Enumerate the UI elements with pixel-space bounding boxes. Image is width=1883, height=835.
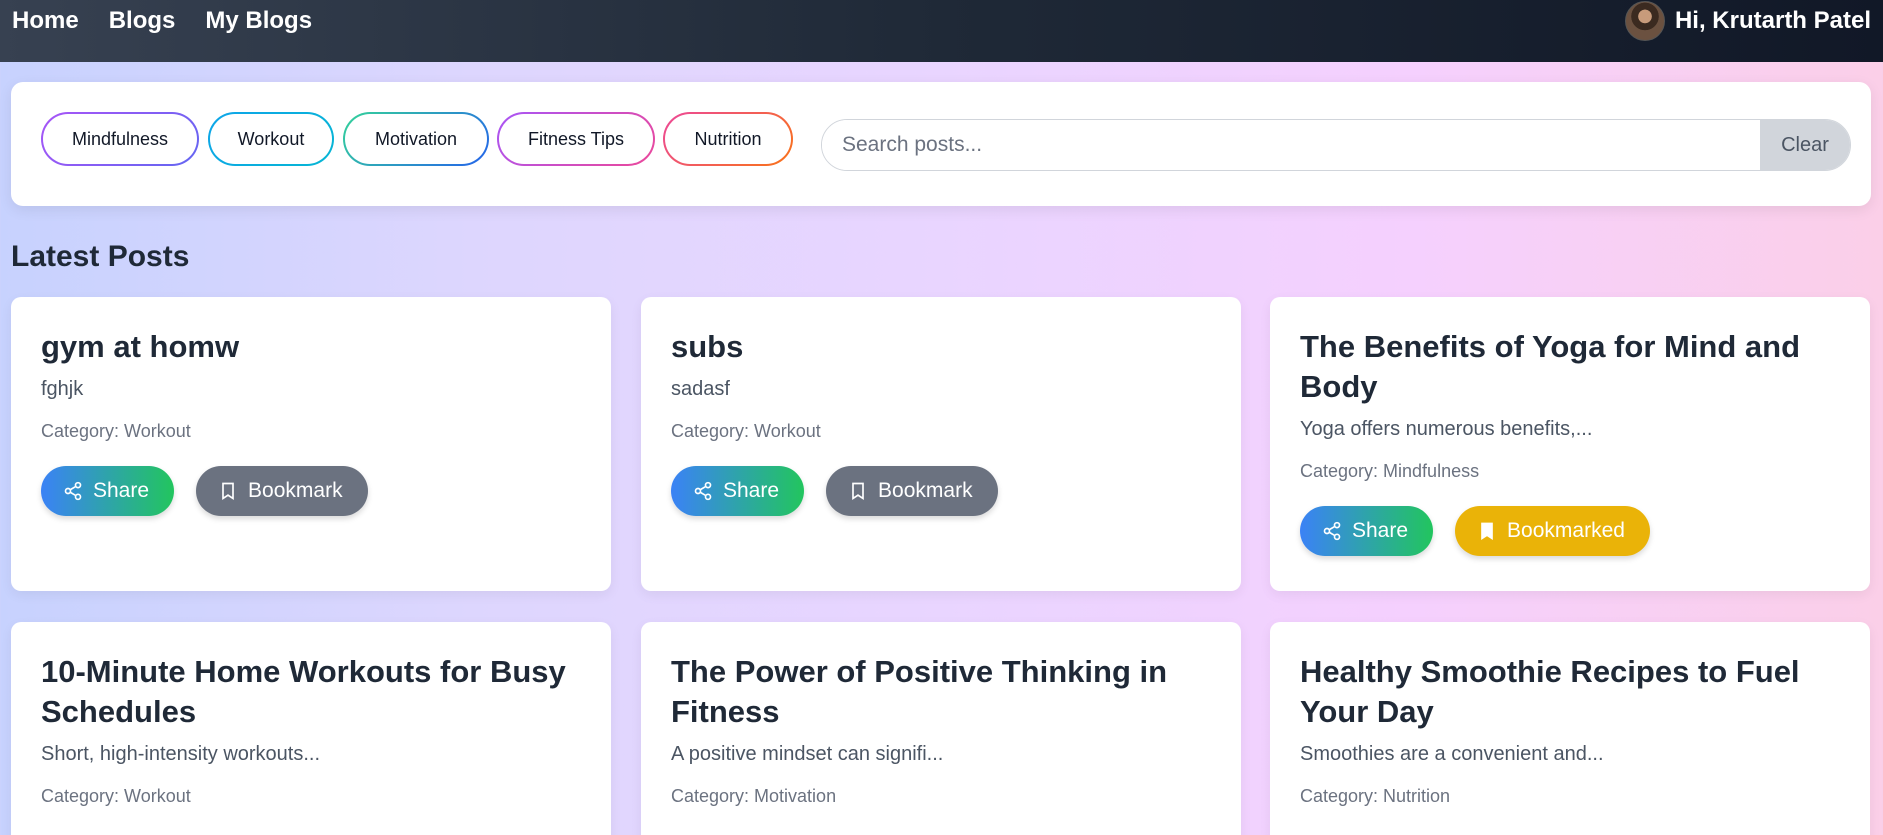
post-title[interactable]: The Power of Positive Thinking in Fitnes… bbox=[671, 652, 1211, 732]
search-bar: Clear bbox=[821, 119, 1851, 171]
share-button[interactable]: Share bbox=[671, 466, 805, 516]
share-icon bbox=[64, 481, 82, 501]
share-label: Share bbox=[1352, 519, 1409, 542]
post-actions: Share Bookmark bbox=[671, 466, 1211, 516]
post-excerpt: Smoothies are a convenient and... bbox=[1300, 743, 1604, 765]
post-card: gym at homw fghjk Category: Workout Shar… bbox=[11, 297, 611, 591]
post-card: Healthy Smoothie Recipes to Fuel Your Da… bbox=[1270, 622, 1870, 835]
category-chip-mindfulness[interactable]: Mindfulness bbox=[41, 112, 199, 166]
category-chip-nutrition[interactable]: Nutrition bbox=[663, 112, 793, 166]
bookmark-button[interactable]: Bookmark bbox=[826, 466, 998, 516]
chip-label: Nutrition bbox=[665, 114, 791, 164]
main-nav: Home Blogs My Blogs bbox=[12, 7, 312, 35]
post-category: Category: Mindfulness bbox=[1300, 461, 1480, 481]
category-chip-workout[interactable]: Workout bbox=[208, 112, 334, 166]
post-excerpt: fghjk bbox=[41, 378, 84, 400]
category-chip-motivation[interactable]: Motivation bbox=[343, 112, 489, 166]
post-category: Category: Workout bbox=[671, 421, 821, 441]
bookmark-icon bbox=[222, 482, 234, 501]
search-input[interactable] bbox=[822, 120, 1760, 170]
post-excerpt: Short, high-intensity workouts... bbox=[41, 743, 321, 765]
chip-label: Mindfulness bbox=[43, 114, 197, 164]
post-excerpt: A positive mindset can signifi... bbox=[671, 743, 944, 765]
bookmarked-button[interactable]: Bookmarked bbox=[1455, 506, 1650, 556]
post-excerpt: Yoga offers numerous benefits,... bbox=[1300, 418, 1593, 440]
top-navbar: Home Blogs My Blogs Hi, Krutarth Patel bbox=[0, 0, 1883, 62]
share-label: Share bbox=[723, 479, 780, 502]
clear-button[interactable]: Clear bbox=[1760, 120, 1850, 170]
chip-label: Fitness Tips bbox=[499, 114, 653, 164]
filter-panel: Mindfulness Workout Motivation Fitness T… bbox=[11, 82, 1871, 206]
user-menu[interactable]: Hi, Krutarth Patel bbox=[1624, 1, 1871, 41]
bookmark-label: Bookmark bbox=[248, 479, 343, 502]
post-title[interactable]: subs bbox=[671, 327, 1211, 367]
post-actions: Share Bookmark bbox=[41, 466, 581, 516]
user-greeting: Hi, Krutarth Patel bbox=[1674, 7, 1871, 34]
post-title[interactable]: Healthy Smoothie Recipes to Fuel Your Da… bbox=[1300, 652, 1840, 732]
post-actions: Share Bookmarked bbox=[1300, 506, 1840, 556]
category-chip-fitness-tips[interactable]: Fitness Tips bbox=[497, 112, 655, 166]
bookmark-label: Bookmark bbox=[878, 479, 973, 502]
nav-link-home[interactable]: Home bbox=[12, 7, 79, 35]
post-category: Category: Motivation bbox=[671, 786, 837, 806]
post-card: The Benefits of Yoga for Mind and Body Y… bbox=[1270, 297, 1870, 591]
share-icon bbox=[694, 481, 712, 501]
post-category: Category: Nutrition bbox=[1300, 786, 1451, 806]
chip-label: Workout bbox=[210, 114, 332, 164]
post-card: 10-Minute Home Workouts for Busy Schedul… bbox=[11, 622, 611, 835]
share-label: Share bbox=[93, 479, 150, 502]
post-category: Category: Workout bbox=[41, 786, 191, 806]
post-title[interactable]: The Benefits of Yoga for Mind and Body bbox=[1300, 327, 1840, 407]
nav-link-my-blogs[interactable]: My Blogs bbox=[205, 7, 312, 35]
bookmark-label: Bookmarked bbox=[1507, 519, 1625, 542]
post-title[interactable]: 10-Minute Home Workouts for Busy Schedul… bbox=[41, 652, 581, 732]
bookmark-button[interactable]: Bookmark bbox=[196, 466, 368, 516]
share-button[interactable]: Share bbox=[1300, 506, 1434, 556]
post-card: subs sadasf Category: Workout Share Book… bbox=[641, 297, 1241, 591]
bookmark-icon bbox=[852, 482, 864, 501]
post-category: Category: Workout bbox=[41, 421, 191, 441]
post-title[interactable]: gym at homw bbox=[41, 327, 581, 367]
post-card: The Power of Positive Thinking in Fitnes… bbox=[641, 622, 1241, 835]
avatar[interactable] bbox=[1624, 1, 1665, 41]
post-excerpt: sadasf bbox=[671, 378, 730, 400]
chip-label: Motivation bbox=[345, 114, 487, 164]
section-title: Latest Posts bbox=[11, 240, 190, 273]
share-button[interactable]: Share bbox=[41, 466, 175, 516]
bookmark-filled-icon bbox=[1481, 522, 1493, 541]
share-icon bbox=[1323, 521, 1341, 541]
nav-link-blogs[interactable]: Blogs bbox=[109, 7, 176, 35]
